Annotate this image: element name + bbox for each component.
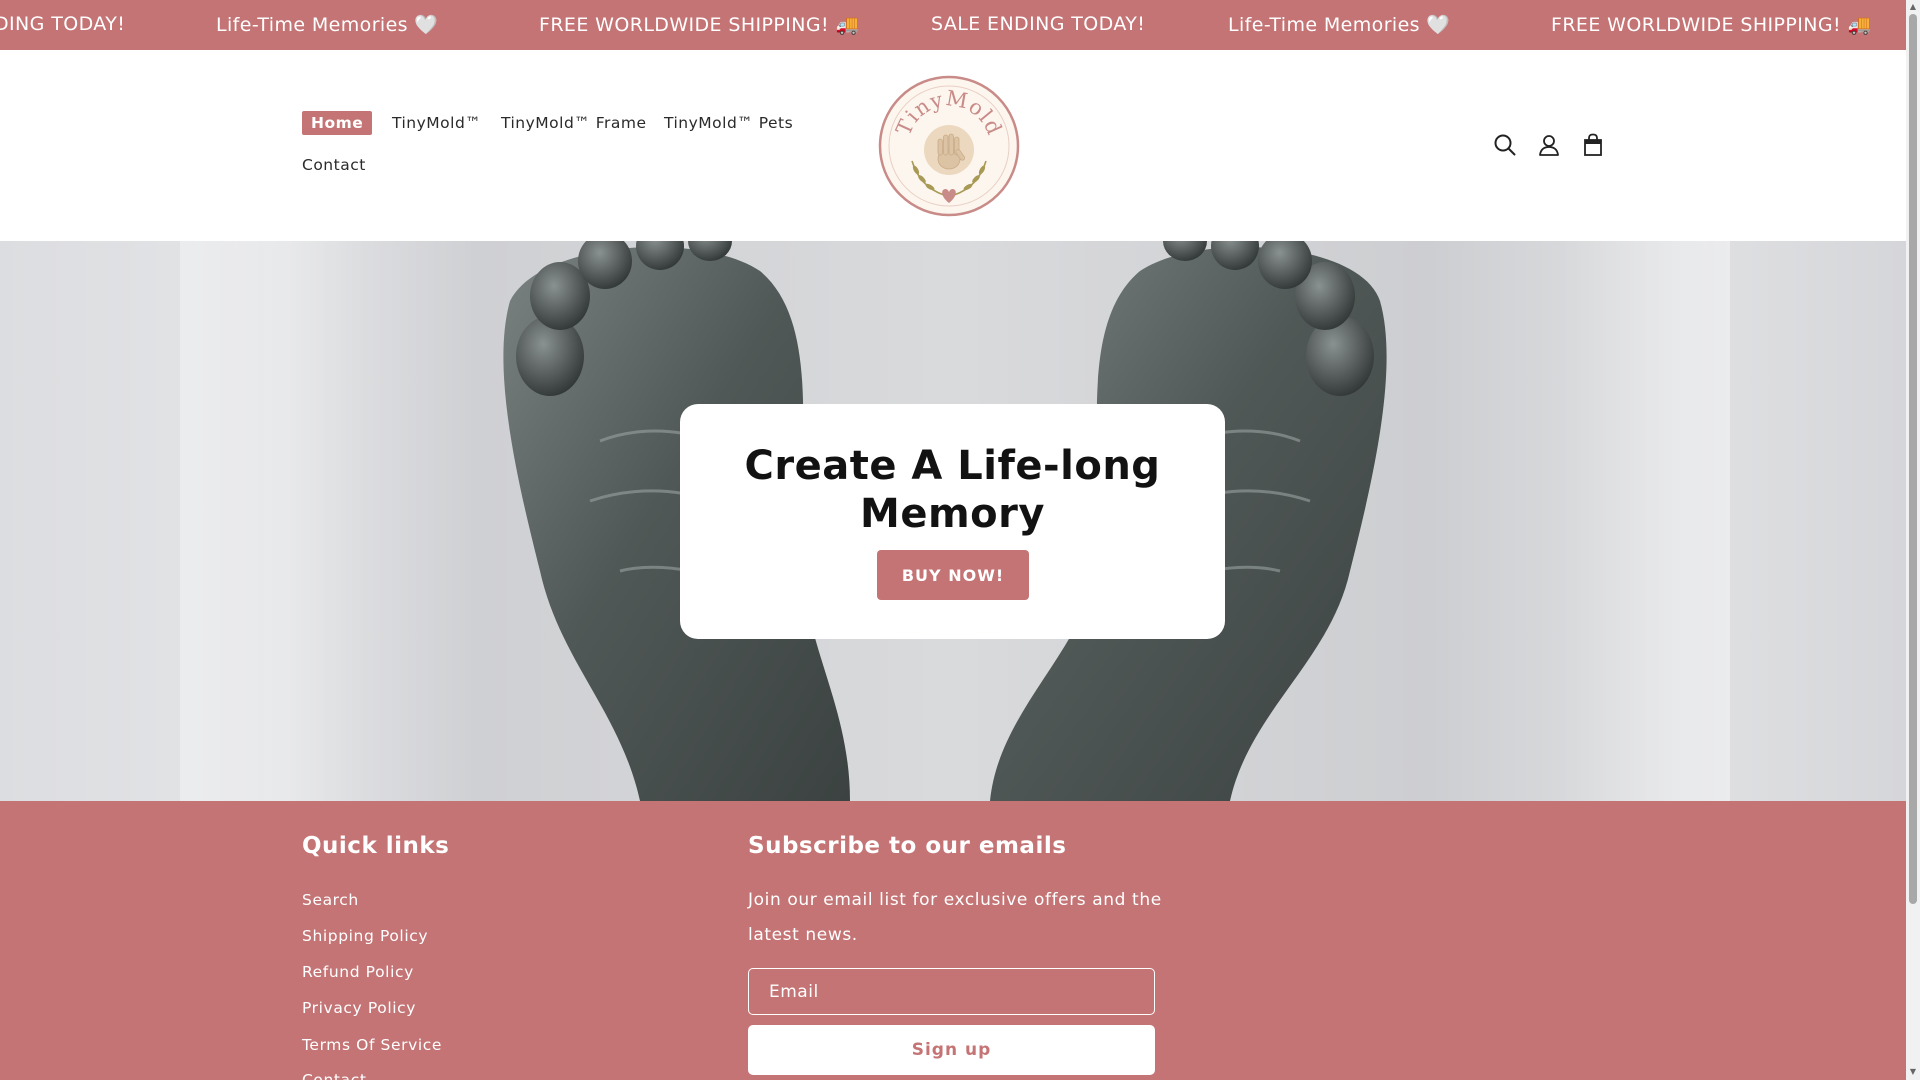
footer-link-privacy-policy[interactable]: Privacy Policy <box>302 999 416 1017</box>
hero-banner: Create A Life-long Memory BUY NOW! <box>0 241 1906 801</box>
search-icon[interactable] <box>1491 131 1519 159</box>
nav-contact[interactable]: Contact <box>302 156 366 174</box>
announcement-item: FREE WORLDWIDE SHIPPING! 🚚 <box>539 14 860 36</box>
subscribe-description: Join our email list for exclusive offers… <box>748 890 1162 945</box>
logo[interactable]: TinyMold <box>878 75 1020 217</box>
announcement-item: SALE ENDING TODAY! <box>931 13 1146 35</box>
scrollbar-thumb[interactable] <box>1909 14 1917 904</box>
nav-home[interactable]: Home <box>302 111 373 135</box>
announcement-item: FREE WORLDWIDE SHIPPING! 🚚 <box>1551 14 1872 36</box>
subscribe-heading: Subscribe to our emails <box>748 833 1067 859</box>
logo-badge: TinyMold <box>878 75 1020 217</box>
scroll-up-icon[interactable]: ▲ <box>1909 3 1917 11</box>
hero-title: Create A Life-long Memory <box>744 443 1161 537</box>
site-header: Home TinyMold™ TinyMold™ Frame TinyMold™… <box>0 50 1906 241</box>
account-icon[interactable] <box>1535 131 1563 159</box>
cart-icon[interactable] <box>1579 131 1607 159</box>
quick-links-heading: Quick links <box>302 833 450 859</box>
footer-link-contact[interactable]: Contact <box>302 1071 367 1080</box>
nav-tinymold[interactable]: TinyMold™ <box>392 114 481 132</box>
announcement-item: Life-Time Memories 🤍 <box>216 14 439 36</box>
buy-now-button[interactable]: BUY NOW! <box>877 550 1029 600</box>
hero-card: Create A Life-long Memory BUY NOW! <box>680 404 1225 639</box>
announcement-item: DING TODAY! <box>0 13 126 35</box>
sign-up-button[interactable]: Sign up <box>748 1025 1155 1075</box>
site-footer: Quick links Search Shipping Policy Refun… <box>0 801 1906 1080</box>
footer-link-refund-policy[interactable]: Refund Policy <box>302 963 414 981</box>
footer-link-terms-of-service[interactable]: Terms Of Service <box>302 1036 442 1054</box>
footer-link-shipping-policy[interactable]: Shipping Policy <box>302 927 428 945</box>
announcement-item: Life-Time Memories 🤍 <box>1228 14 1451 36</box>
nav-tinymold-pets[interactable]: TinyMold™ Pets <box>664 114 793 132</box>
nav-tinymold-frame[interactable]: TinyMold™ Frame <box>501 114 647 132</box>
announcement-bar: DING TODAY! Life-Time Memories 🤍 FREE WO… <box>0 0 1906 50</box>
email-field[interactable] <box>748 968 1155 1015</box>
footer-link-search[interactable]: Search <box>302 891 359 909</box>
scroll-down-icon[interactable]: ▼ <box>1909 1068 1917 1076</box>
page-scrollbar[interactable]: ▲ ▼ <box>1906 0 1920 1080</box>
